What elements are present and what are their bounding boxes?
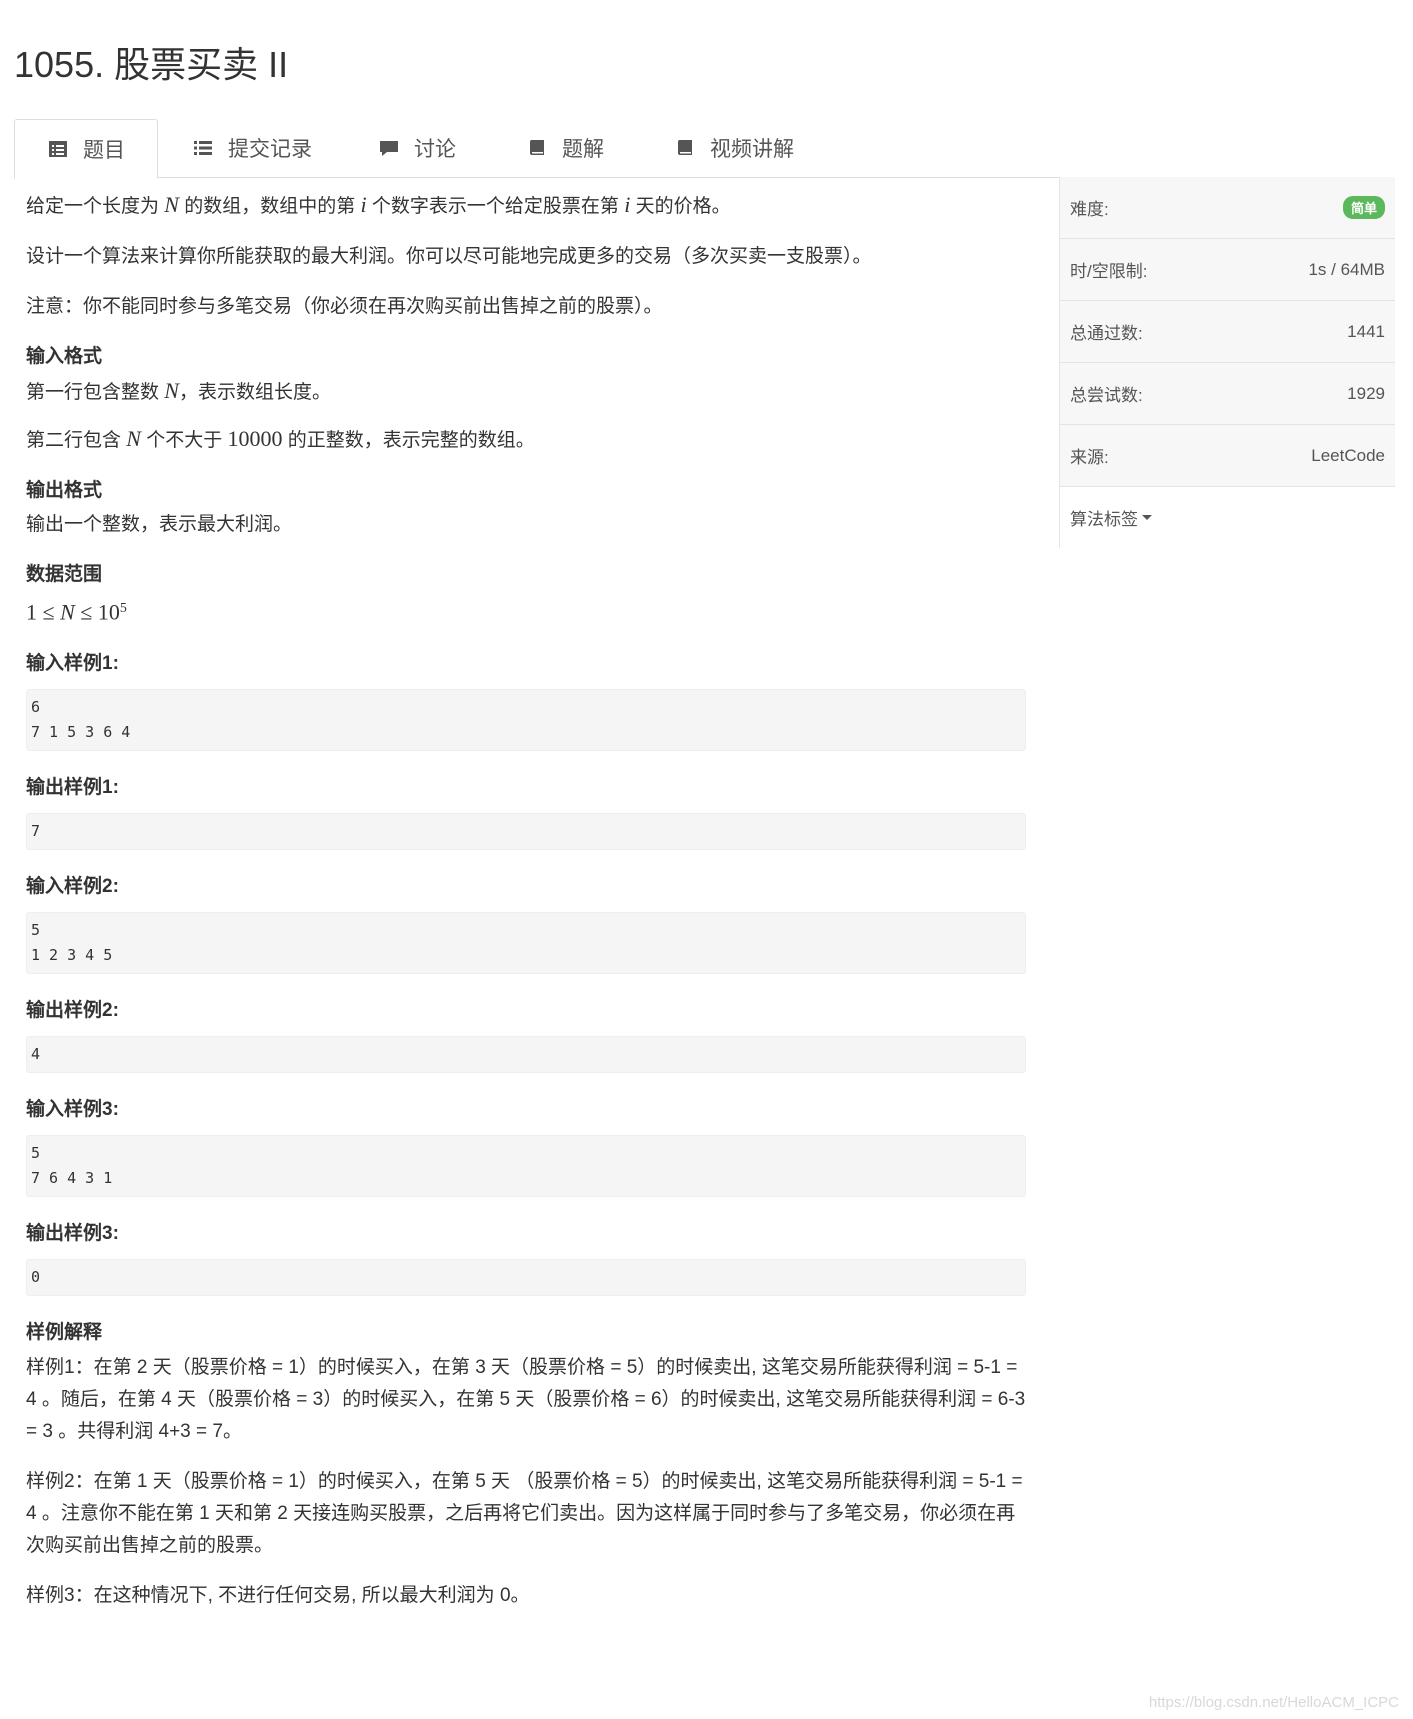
tab-label: 题解	[562, 138, 604, 161]
section-heading: 样例解释	[26, 1322, 103, 1344]
caret-down-icon	[1142, 515, 1152, 520]
sample-input-block[interactable]: 5 1 2 3 4 5	[26, 912, 1026, 975]
tags-label: 算法标签	[1070, 510, 1138, 529]
tab-label: 提交记录	[228, 138, 312, 161]
explanation-paragraph: 样例3：在这种情况下, 不进行任何交易, 所以最大利润为 0。	[26, 1585, 530, 1607]
section-heading: 输入格式	[26, 346, 103, 367]
list-alt-icon	[47, 138, 69, 160]
description-paragraph: 设计一个算法来计算你所能获取的最大利润。你可以尽可能地完成更多的交易（多次买卖一…	[26, 246, 872, 267]
source-value: LeetCode	[1311, 445, 1385, 465]
passed-label: 总通过数:	[1070, 324, 1143, 343]
description-paragraph: 给定一个长度为 N 的数组，数组中的第 i 个数字表示一个给定股票在第 i 天的…	[26, 192, 731, 217]
output-format-text: 输出一个整数，表示最大利润。	[26, 514, 293, 535]
book-icon	[674, 137, 696, 159]
input-format-section: 输入格式 第一行包含整数 N，表示数组长度。 第二行包含 N 个不大于 1000…	[26, 342, 1026, 456]
tab-video[interactable]: 视频讲解	[674, 119, 794, 177]
problem-content: 给定一个长度为 N 的数组，数组中的第 i 个数字表示一个给定股票在第 i 天的…	[26, 190, 1026, 1630]
input-format-line: 第一行包含整数 N，表示数组长度。	[26, 378, 331, 403]
explanation-paragraph: 样例2：在第 1 天（股票价格 = 1）的时候买入，在第 5 天 （股票价格 =…	[26, 1471, 1023, 1557]
tried-row: 总尝试数: 1929	[1060, 363, 1395, 425]
sample-output-block[interactable]: 7	[26, 813, 1026, 851]
sample-input-block[interactable]: 5 7 6 4 3 1	[26, 1135, 1026, 1198]
tab-label: 题目	[83, 139, 125, 162]
input-format-line: 第二行包含 N 个不大于 10000 的正整数，表示完整的数组。	[26, 426, 535, 451]
limit-row: 时/空限制: 1s / 64MB	[1060, 239, 1395, 301]
tab-bar: 题目 提交记录 讨论 题解 视频讲解	[14, 119, 1394, 179]
page-title: 1055. 股票买卖 II	[14, 44, 289, 85]
tab-submissions[interactable]: 提交记录	[192, 119, 312, 177]
book-icon	[526, 137, 548, 159]
tab-discussion[interactable]: 讨论	[378, 119, 456, 177]
source-row: 来源: LeetCode	[1060, 425, 1395, 487]
range-section: 数据范围 1 ≤ N ≤ 105	[26, 560, 1026, 629]
tab-label: 视频讲解	[710, 138, 794, 161]
difficulty-label: 难度:	[1070, 200, 1109, 219]
passed-row: 总通过数: 1441	[1060, 301, 1395, 363]
limit-label: 时/空限制:	[1070, 262, 1148, 281]
description-note: 注意：你不能同时参与多笔交易（你必须在再次购买前出售掉之前的股票）。	[26, 296, 663, 317]
explanation-paragraph: 样例1：在第 2 天（股票价格 = 1）的时候买入，在第 3 天（股票价格 = …	[26, 1357, 1026, 1443]
sample-output-label: 输出样例1:	[26, 777, 119, 799]
algorithm-tags-dropdown[interactable]: 算法标签	[1060, 487, 1395, 548]
range-formula: 1 ≤ N ≤ 105	[26, 599, 127, 625]
sample-input-label: 输入样例1:	[26, 653, 119, 675]
section-heading: 数据范围	[26, 564, 103, 585]
sample-input-label: 输入样例2:	[26, 876, 119, 898]
sample-output-block[interactable]: 0	[26, 1259, 1026, 1297]
section-heading: 输出格式	[26, 480, 103, 501]
sample-input-label: 输入样例3:	[26, 1099, 119, 1121]
explanation-section: 样例解释 样例1：在第 2 天（股票价格 = 1）的时候买入，在第 3 天（股票…	[26, 1318, 1026, 1612]
difficulty-row: 难度: 简单	[1060, 177, 1395, 239]
sample-input-block[interactable]: 6 7 1 5 3 6 4	[26, 689, 1026, 752]
problem-info-sidebar: 难度: 简单 时/空限制: 1s / 64MB 总通过数: 1441 总尝试数:…	[1059, 177, 1395, 548]
tab-problem[interactable]: 题目	[14, 119, 158, 179]
tried-value: 1929	[1347, 383, 1385, 403]
passed-value: 1441	[1347, 321, 1385, 341]
list-icon	[192, 137, 214, 159]
limit-value: 1s / 64MB	[1308, 259, 1385, 279]
sample-output-block[interactable]: 4	[26, 1036, 1026, 1074]
watermark: https://blog.csdn.net/HelloACM_ICPC	[1148, 1694, 1399, 1711]
sample-output-label: 输出样例3:	[26, 1223, 119, 1245]
sample-output-label: 输出样例2:	[26, 1000, 119, 1022]
tab-label: 讨论	[414, 138, 456, 161]
source-label: 来源:	[1070, 448, 1109, 467]
output-format-section: 输出格式 输出一个整数，表示最大利润。	[26, 476, 1026, 540]
tab-solutions[interactable]: 题解	[526, 119, 604, 177]
comment-icon	[378, 137, 400, 159]
difficulty-badge: 简单	[1342, 196, 1385, 219]
tried-label: 总尝试数:	[1070, 386, 1143, 405]
